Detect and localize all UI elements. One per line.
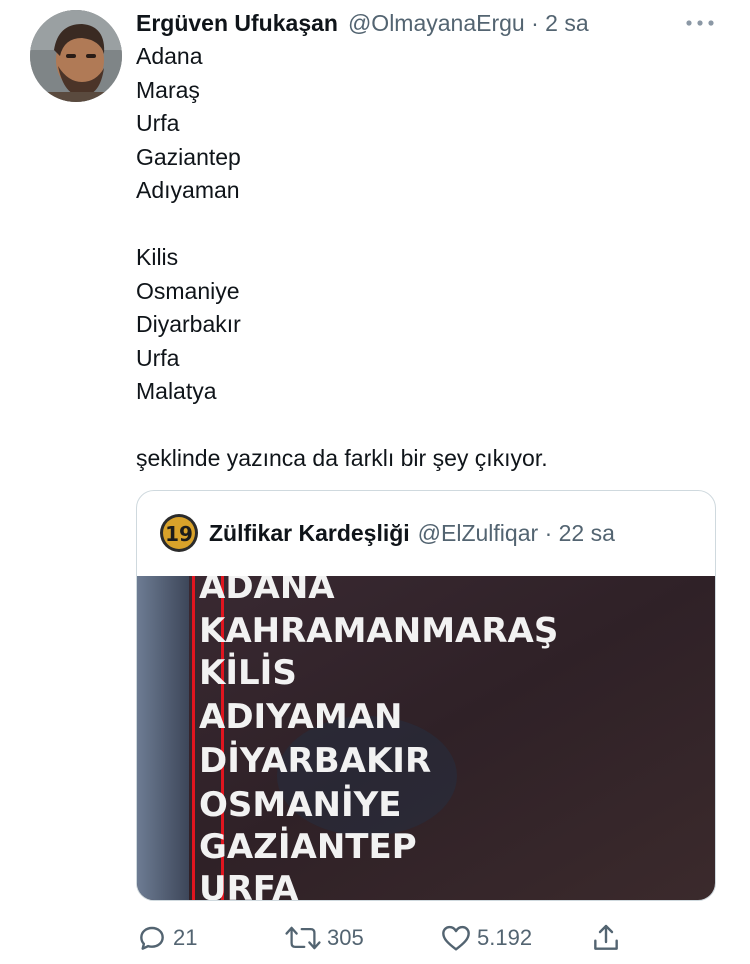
author-handle[interactable]: @OlmayanaErgu · 2 sa xyxy=(348,10,589,37)
more-options-button[interactable] xyxy=(680,8,720,38)
tweet-line: Maraş xyxy=(136,76,200,103)
image-list-item: URFA xyxy=(199,869,299,901)
like-count: 5.192 xyxy=(477,925,533,950)
tweet-line: Osmaniye xyxy=(136,277,240,304)
more-dots-icon xyxy=(686,20,714,26)
tweet-line: Urfa xyxy=(136,344,180,371)
share-button[interactable] xyxy=(590,918,622,958)
image-list-item: OSMANİYE xyxy=(199,784,402,825)
quoted-avatar-text: 19 xyxy=(165,522,193,546)
image-list-item: KAHRAMANMARAŞ xyxy=(199,611,558,651)
author-name[interactable]: Ergüven Ufukaşan xyxy=(136,10,338,37)
image-list-item: DİYARBAKIR xyxy=(199,740,431,781)
quoted-author-avatar[interactable]: 19 xyxy=(159,513,199,553)
red-margin-line xyxy=(192,576,195,900)
tweet-line: Urfa xyxy=(136,110,180,136)
author-avatar[interactable] xyxy=(30,10,122,102)
tweet-line: Kilis xyxy=(136,244,179,270)
image-list-item: KİLİS xyxy=(199,652,297,693)
quoted-image[interactable]: ADANA KAHRAMANMARAŞ KİLİS ADIYAMAN DİYAR… xyxy=(137,576,715,901)
like-button[interactable]: 5.192 xyxy=(440,918,532,958)
tweet-line: Adana xyxy=(136,43,203,69)
image-list-item: ADANA xyxy=(199,576,335,607)
tweet-line: Diyarbakır xyxy=(136,311,241,337)
tweet-header: Ergüven Ufukaşan @OlmayanaErgu · 2 sa xyxy=(136,8,589,38)
reply-icon xyxy=(140,926,164,950)
tweet-line: Adıyaman xyxy=(136,177,240,203)
quoted-handle[interactable]: @ElZulfiqar · 22 sa xyxy=(418,520,615,547)
tweet-line: Gaziantep xyxy=(136,143,241,170)
retweet-button[interactable]: 305 xyxy=(284,918,364,958)
tweet-actions: 21 305 5.192 xyxy=(0,918,750,958)
tweet-line: şeklinde yazınca da farklı bir şey çıkıy… xyxy=(136,445,548,471)
retweet-count: 305 xyxy=(327,925,364,950)
quoted-tweet-header: 19 Zülfikar Kardeşliği @ElZulfiqar · 22 … xyxy=(159,513,615,553)
tweet-text: Adana Maraş Urfa Gaziantep Adıyaman Kili… xyxy=(136,40,726,476)
reply-count: 21 xyxy=(173,925,198,950)
tweet-line: Malatya xyxy=(136,378,217,404)
quoted-time[interactable]: · 22 sa xyxy=(545,520,615,546)
retweet-icon xyxy=(285,926,321,950)
image-list-item: ADIYAMAN xyxy=(199,697,402,737)
share-icon xyxy=(594,924,618,950)
reply-button[interactable]: 21 xyxy=(136,918,197,958)
tweet-time[interactable]: · 2 sa xyxy=(531,10,589,36)
heart-icon xyxy=(442,925,470,951)
quoted-author-name[interactable]: Zülfikar Kardeşliği xyxy=(209,520,410,547)
quoted-handle-text[interactable]: @ElZulfiqar xyxy=(418,520,539,546)
image-list-item: GAZİANTEP xyxy=(199,826,417,867)
quoted-tweet[interactable]: 19 Zülfikar Kardeşliği @ElZulfiqar · 22 … xyxy=(136,490,716,901)
author-handle-text[interactable]: @OlmayanaErgu xyxy=(348,10,525,36)
